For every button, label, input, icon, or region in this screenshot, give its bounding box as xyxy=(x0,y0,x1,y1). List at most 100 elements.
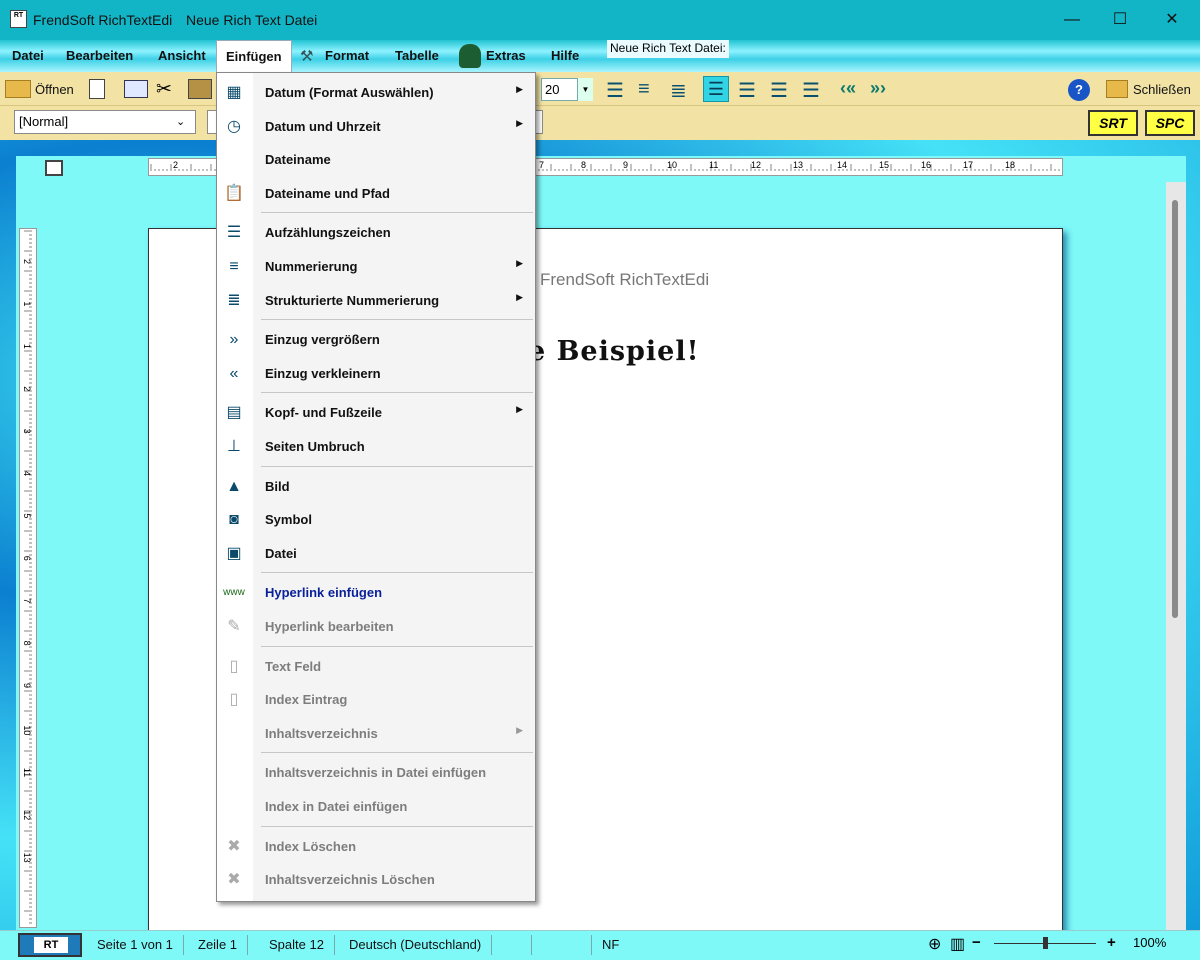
vertical-ruler[interactable]: 2 1 1 2 3 4 5 6 7 8 9 10 11 12 13 xyxy=(19,228,37,928)
ruler-label: 16 xyxy=(921,160,931,170)
open-button[interactable]: Öffnen xyxy=(35,82,74,97)
menu-hilfe[interactable]: Hilfe xyxy=(551,48,579,63)
menu-item-23[interactable]: ✖ Inhaltsverzeichnis Löschen xyxy=(217,862,535,896)
header-footer-icon: ▤ xyxy=(226,404,242,422)
lock-icon xyxy=(459,44,481,68)
menu-item-2[interactable]: ◷ Datum und Uhrzeit ▶ xyxy=(217,109,535,143)
status-column: Spalte 12 xyxy=(269,935,335,955)
paste-file-icon: 📋 xyxy=(224,184,244,202)
menu-item-label: Inhaltsverzeichnis in Datei einfügen xyxy=(265,765,487,781)
align-center-icon[interactable]: ☰ xyxy=(738,78,756,103)
menu-item-13[interactable]: ◙ Symbol xyxy=(217,502,535,536)
document-title: Neue Rich Text Datei xyxy=(186,12,318,28)
menu-item-11[interactable]: ⊥ Seiten Umbruch xyxy=(217,429,535,463)
style-select[interactable]: [Normal] xyxy=(14,110,196,134)
vertical-ruler-label: 8 xyxy=(22,641,32,646)
copy-icon[interactable] xyxy=(124,80,148,98)
vertical-ruler-label: 12 xyxy=(22,810,32,820)
menu-bearbeiten[interactable]: Bearbeiten xyxy=(66,48,133,63)
menu-item-19[interactable]: Inhaltsverzeichnis ▶ xyxy=(217,716,535,750)
scrollbar-thumb[interactable] xyxy=(1172,200,1178,618)
style-chevron-icon[interactable]: ⌄ xyxy=(176,115,185,128)
maximize-button[interactable]: ☐ xyxy=(1094,0,1146,40)
menu-item-14[interactable]: ▣ Datei xyxy=(217,536,535,570)
vertical-ruler-label: 10 xyxy=(22,725,32,735)
vertical-ruler-label: 11 xyxy=(22,768,32,777)
fit-page-icon[interactable]: ▥ xyxy=(950,934,965,954)
menu-item-7[interactable]: ≣ Strukturierte Nummerierung ▶ xyxy=(217,283,535,317)
toolbar-main: Öffnen ✂ 20 ▼ ☰ ≡ ≣ ☰ ☰ ☰ ☰ ‹« »› ? Schl… xyxy=(0,72,1200,106)
vertical-ruler-label: 6 xyxy=(22,556,32,561)
menu-item-22[interactable]: ✖ Index Löschen xyxy=(217,829,535,863)
open-folder-icon[interactable] xyxy=(5,80,31,98)
close-button[interactable]: ✕ xyxy=(1146,0,1198,40)
menu-item-16[interactable]: ✎ Hyperlink bearbeiten xyxy=(217,609,535,643)
cut-icon[interactable]: ✂ xyxy=(156,78,172,101)
help-icon[interactable]: ? xyxy=(1068,79,1090,101)
status-language: Deutsch (Deutschland) xyxy=(349,935,493,955)
menu-item-9[interactable]: « Einzug verkleinern xyxy=(217,356,535,390)
spc-button[interactable]: SPC xyxy=(1145,110,1195,136)
menu-item-3[interactable]: Dateiname xyxy=(217,142,535,176)
menu-separator xyxy=(261,465,533,467)
edit-link-icon: ✎ xyxy=(227,618,241,635)
menu-datei[interactable]: Datei xyxy=(12,48,44,63)
menu-item-label: Datum und Uhrzeit xyxy=(265,118,381,134)
indent-increase-icon: » xyxy=(229,331,239,349)
zoom-in-button[interactable]: + xyxy=(1107,934,1116,951)
status-empty-2 xyxy=(532,935,592,955)
menu-item-label: Einzug vergrößern xyxy=(265,332,380,348)
zoom-out-button[interactable]: − xyxy=(972,934,981,951)
symbol-icon: ◙ xyxy=(229,511,239,529)
fit-width-icon[interactable]: ⊕ xyxy=(928,934,941,954)
ruler-label: 11 xyxy=(709,160,718,170)
menu-item-label: Index Eintrag xyxy=(265,692,348,708)
outline-numbering-icon[interactable]: ≣ xyxy=(670,78,687,103)
zoom-slider-thumb[interactable] xyxy=(1043,937,1048,949)
close-folder-icon[interactable] xyxy=(1106,80,1128,98)
menu-ansicht[interactable]: Ansicht xyxy=(158,48,206,63)
bullet-list-icon[interactable]: ☰ xyxy=(606,78,624,103)
menu-format[interactable]: Format xyxy=(325,48,369,63)
menu-item-8[interactable]: » Einzug vergrößern xyxy=(217,322,535,356)
file-icon: ▣ xyxy=(226,544,242,562)
close-document-button[interactable]: Schließen xyxy=(1133,82,1191,97)
numbered-list-icon[interactable]: ≡ xyxy=(638,78,650,101)
align-right-icon[interactable]: ☰ xyxy=(770,78,788,103)
menu-item-1[interactable]: ▦ Datum (Format Auswählen) ▶ xyxy=(217,75,535,109)
menu-item-label: Symbol xyxy=(265,512,312,528)
app-title: FrendSoft RichTextEdi xyxy=(33,12,173,28)
menu-item-6[interactable]: ≡ Nummerierung ▶ xyxy=(217,249,535,283)
minimize-button[interactable]: — xyxy=(1046,0,1098,40)
menu-item-label: Datum (Format Auswählen) xyxy=(265,85,434,100)
ruler-label: 2 xyxy=(173,160,178,170)
menu-item-18[interactable]: ▯ Index Eintrag xyxy=(217,682,535,716)
menu-item-12[interactable]: ▲ Bild xyxy=(217,469,535,503)
align-left-icon[interactable]: ☰ xyxy=(703,76,729,102)
menu-item-10[interactable]: ▤ Kopf- und Fußzeile ▶ xyxy=(217,395,535,429)
new-document-icon[interactable] xyxy=(89,79,105,99)
menu-extras[interactable]: Extras xyxy=(486,48,526,63)
menu-item-5[interactable]: ☰ Aufzählungszeichen xyxy=(217,215,535,249)
tab-selector[interactable] xyxy=(45,160,63,176)
submenu-arrow-icon: ▶ xyxy=(516,117,523,128)
menu-item-21[interactable]: Index in Datei einfügen xyxy=(217,789,535,823)
justify-icon[interactable]: ☰ xyxy=(802,78,820,103)
menu-item-label: Strukturierte Nummerierung xyxy=(265,292,440,308)
indent-increase-icon[interactable]: »› xyxy=(870,78,886,99)
srt-button[interactable]: SRT xyxy=(1088,110,1138,136)
menu-item-4[interactable]: 📋 Dateiname und Pfad xyxy=(217,176,535,210)
menu-item-20[interactable]: Inhaltsverzeichnis in Datei einfügen xyxy=(217,755,535,789)
chevron-down-icon[interactable]: ▼ xyxy=(577,78,593,101)
paste-icon[interactable] xyxy=(188,79,212,99)
title-bar: RT FrendSoft RichTextEdi Neue Rich Text … xyxy=(0,0,1200,40)
menu-item-15[interactable]: www Hyperlink einfügen xyxy=(217,575,535,609)
menu-tabelle[interactable]: Tabelle xyxy=(395,48,439,63)
menu-einfuegen[interactable]: Einfügen xyxy=(216,40,292,72)
menu-item-label: Hyperlink einfügen xyxy=(265,585,383,601)
app-icon: RT xyxy=(10,10,27,28)
menu-item-17[interactable]: ▯ Text Feld xyxy=(217,649,535,683)
indent-decrease-icon[interactable]: ‹« xyxy=(840,78,856,99)
menu-item-label: Inhaltsverzeichnis Löschen xyxy=(265,872,435,888)
toolbar-format: [Normal] ⌄ SRT SPC xyxy=(0,106,1200,140)
